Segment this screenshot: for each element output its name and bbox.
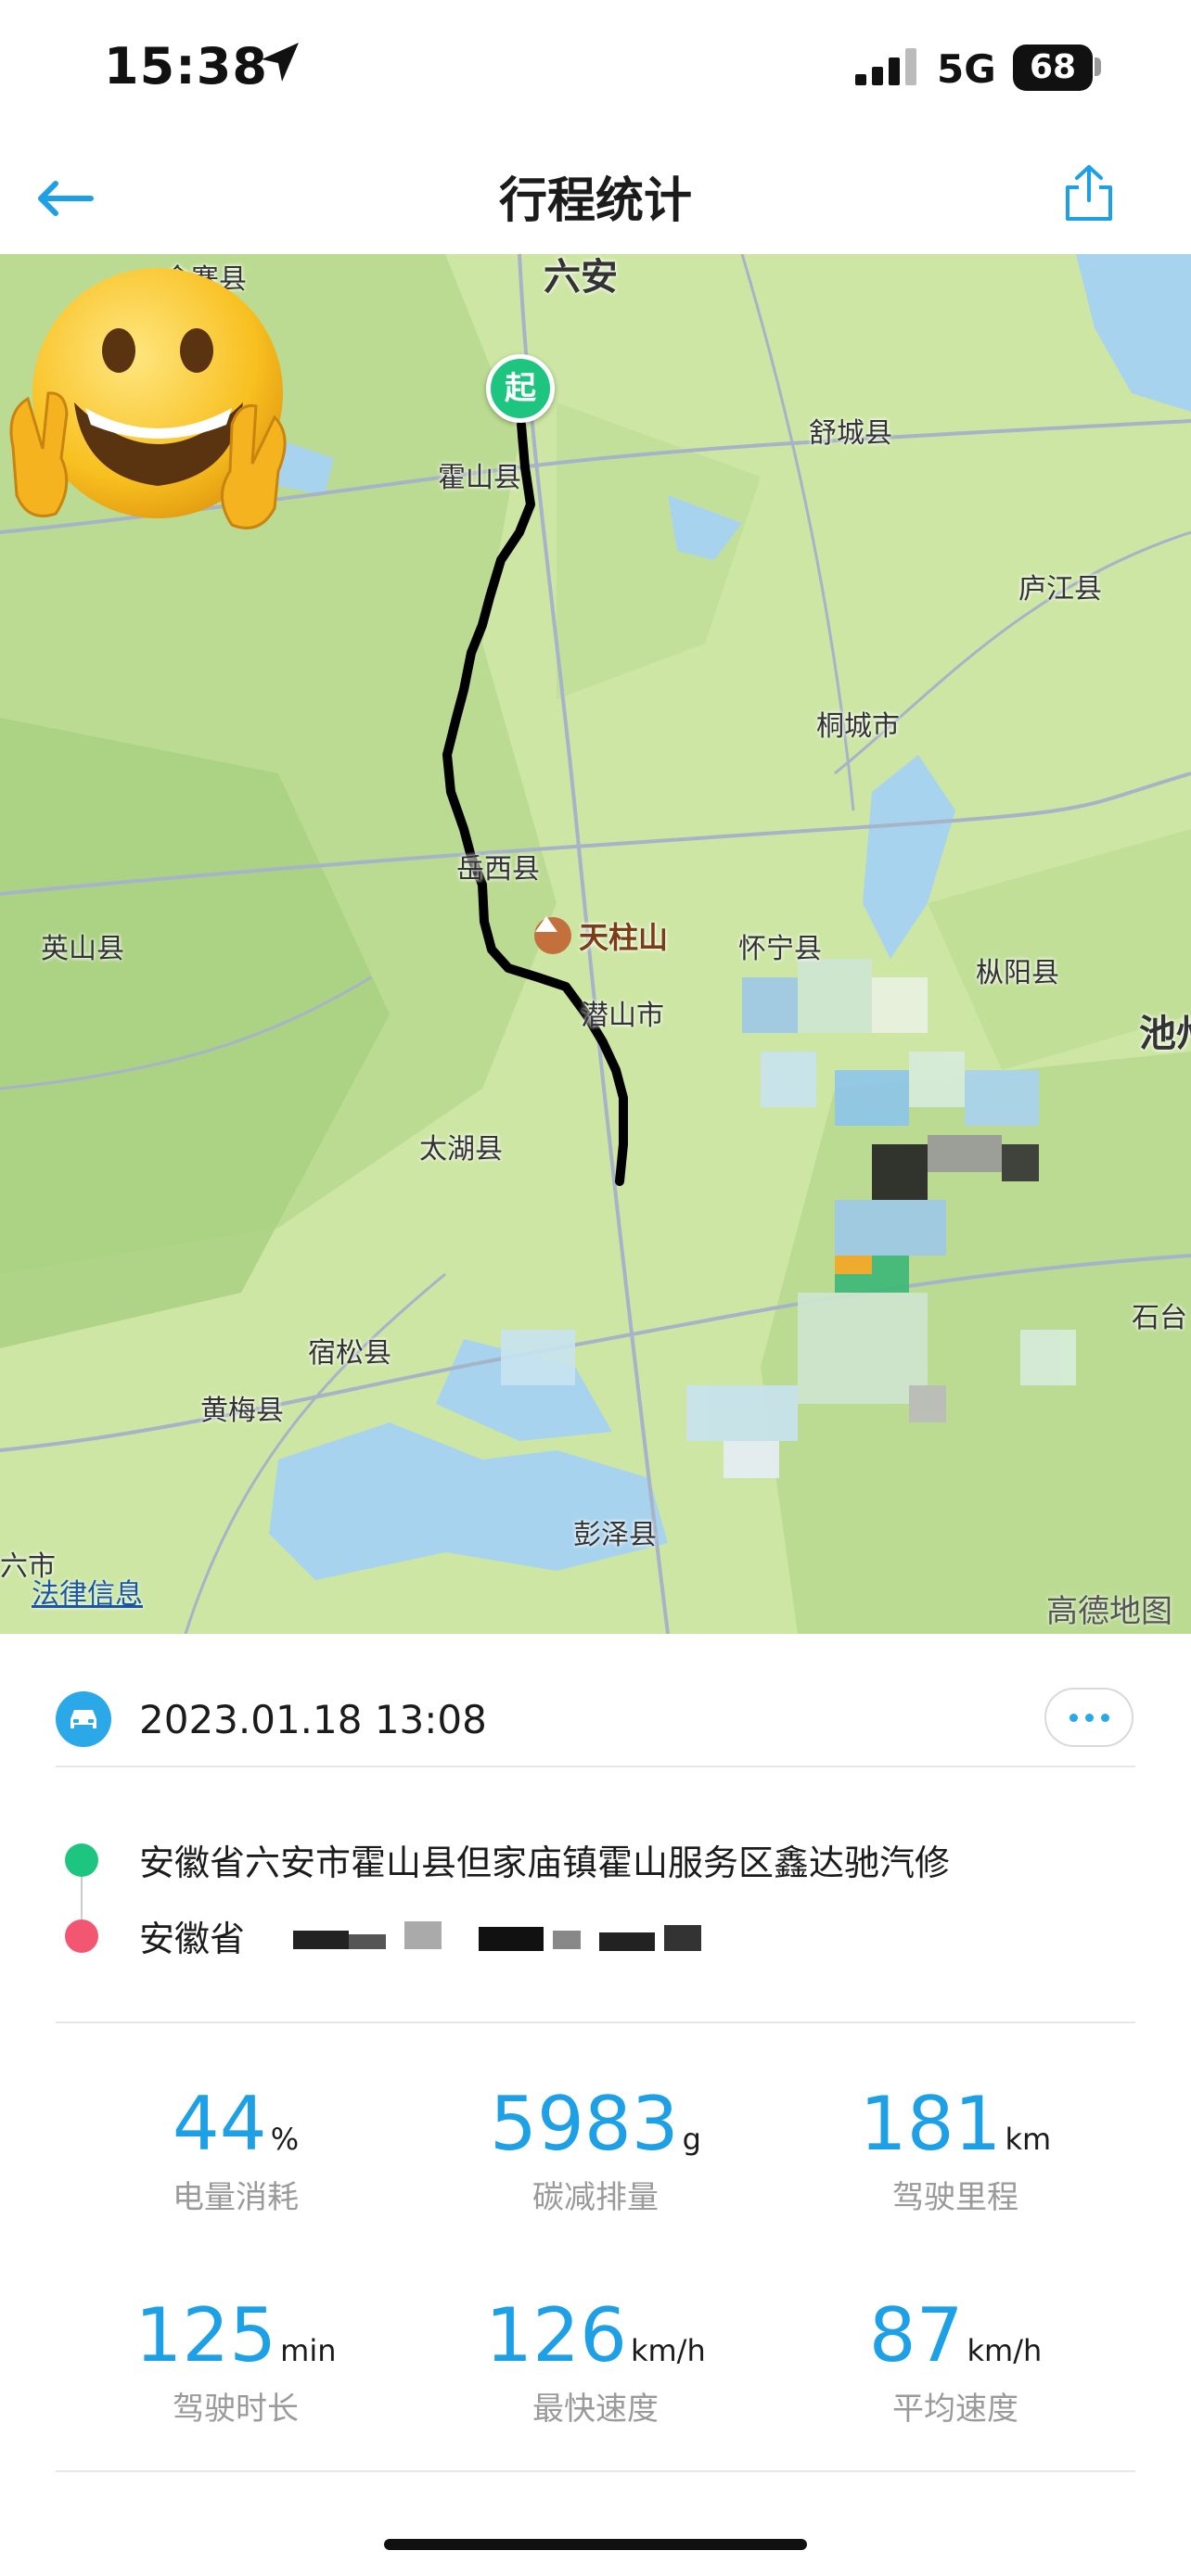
stat-unit: km/h (967, 2333, 1043, 2368)
more-dot-icon (1069, 1713, 1078, 1722)
map-label-yuexi: 岳西县 (456, 853, 540, 886)
map-label-susong: 宿松县 (308, 1337, 391, 1370)
map-label-zongyang: 枞阳县 (976, 957, 1059, 989)
mountain-icon (534, 916, 571, 954)
stat-unit: % (270, 2122, 300, 2157)
status-bar: 15:38 5G 68 (0, 0, 1191, 139)
stat-top-speed: 126 km/h 最快速度 (416, 2294, 775, 2429)
route-map[interactable]: 六安 金寨县 脉 霍山县 舒城县 庐江县 桐城市 岳西县 英山县 怀宁县 枞阳县… (0, 254, 1191, 1634)
status-time: 15:38 (104, 37, 268, 96)
stat-label: 最快速度 (532, 2391, 659, 2428)
more-dot-icon (1084, 1713, 1094, 1722)
stat-driving-distance: 181 km 驾驶里程 (775, 2083, 1135, 2217)
stat-unit: km/h (630, 2333, 706, 2368)
stat-carbon-reduction: 5983 g 碳减排量 (416, 2083, 775, 2217)
location-arrow-icon (262, 43, 299, 82)
map-label-chizhou: 池州 (1139, 1013, 1191, 1055)
stat-label: 电量消耗 (173, 2179, 299, 2216)
trip-header: 2023.01.18 13:08 (56, 1675, 1135, 1767)
smiley-emoji-sticker (9, 268, 287, 529)
stat-driving-duration: 125 min 驾驶时长 (56, 2294, 416, 2429)
route-start-address: 安徽省六安市霍山县但家庙镇霍山服务区鑫达驰汽修 (139, 1843, 951, 1883)
stat-label: 平均速度 (892, 2391, 1018, 2428)
network-type: 5G (937, 46, 996, 92)
map-label-huangmei: 黄梅县 (200, 1395, 284, 1427)
trip-datetime: 2023.01.18 13:08 (139, 1697, 487, 1742)
cellular-signal-icon (855, 48, 916, 85)
map-label-lujiang: 庐江县 (1018, 573, 1102, 606)
more-options-button[interactable] (1044, 1688, 1133, 1747)
stat-value: 181 (859, 2081, 1002, 2167)
map-label-pengze: 彭泽县 (573, 1519, 657, 1551)
map-label-yingshan: 英山县 (41, 933, 124, 965)
stat-value: 126 (485, 2292, 627, 2378)
map-label-taihu: 太湖县 (419, 1133, 503, 1166)
stat-label: 驾驶里程 (892, 2179, 1018, 2216)
car-icon (56, 1691, 111, 1747)
poi-tianzhushan[interactable]: 天柱山 (534, 914, 668, 957)
battery-tip (1095, 57, 1101, 76)
map-label-shitai: 石台 (1132, 1302, 1187, 1334)
more-dot-icon (1100, 1713, 1109, 1722)
censored-address-block (293, 1921, 701, 1951)
stat-value: 5983 (490, 2081, 679, 2167)
map-legal-link[interactable]: 法律信息 (32, 1571, 143, 1612)
route-summary: 安徽省六安市霍山县但家庙镇霍山服务区鑫达驰汽修 安徽省 (56, 1819, 1135, 2023)
map-label-huoshan: 霍山县 (438, 462, 521, 494)
map-label-huaining: 怀宁县 (738, 933, 822, 965)
stat-value: 44 (172, 2081, 267, 2167)
map-label-tongcheng: 桐城市 (816, 710, 900, 743)
stat-average-speed: 87 km/h 平均速度 (775, 2294, 1135, 2429)
poi-label: 天柱山 (579, 920, 669, 955)
nav-bar: 行程统计 (0, 139, 1191, 254)
stat-value: 87 (868, 2292, 964, 2378)
map-brand-logo: 高德地图 (1046, 1593, 1172, 1630)
share-button[interactable] (1050, 154, 1128, 232)
stat-battery-usage: 44% 电量消耗 (56, 2083, 416, 2217)
route-connector (81, 1877, 83, 1919)
home-indicator[interactable] (384, 2539, 807, 2550)
start-marker[interactable]: 起 (486, 354, 555, 423)
map-label-qianshan: 潜山市 (581, 1000, 664, 1032)
map-label-luan: 六安 (544, 256, 618, 299)
end-dot-icon (65, 1919, 98, 1953)
map-label-shucheng: 舒城县 (809, 417, 892, 450)
route-end-address: 安徽省 (139, 1919, 246, 1959)
stat-unit: g (682, 2122, 701, 2157)
battery-icon: 68 (1013, 45, 1093, 91)
page-title: 行程统计 (498, 173, 692, 229)
stat-label: 驾驶时长 (173, 2391, 299, 2428)
trip-stats: 44% 电量消耗 5983 g 碳减排量 181 km 驾驶里程 125 min 驾驶… (56, 2027, 1135, 2472)
stat-unit: km (1005, 2122, 1052, 2157)
stat-value: 125 (134, 2292, 277, 2378)
stat-label: 碳减排量 (532, 2179, 659, 2216)
share-icon (1066, 165, 1112, 221)
start-dot-icon (65, 1843, 98, 1877)
stat-unit: min (280, 2333, 337, 2368)
